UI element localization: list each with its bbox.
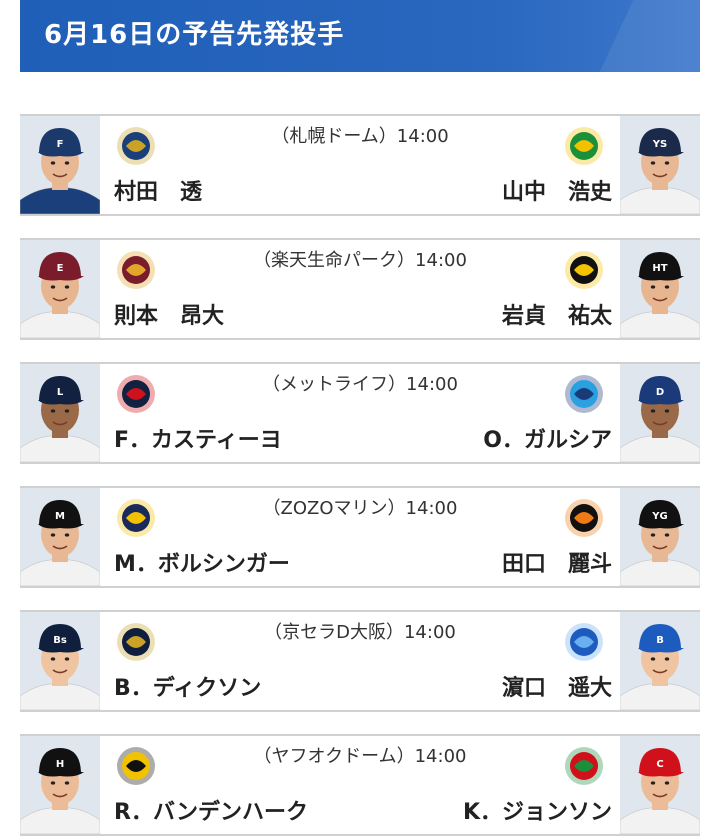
venue-time: （メットライフ）14:00 bbox=[262, 374, 458, 395]
page-title: 6月16日の予告先発投手 bbox=[44, 20, 345, 50]
baystars-logo bbox=[562, 620, 606, 664]
svg-text:D: D bbox=[656, 387, 664, 398]
giants-logo bbox=[562, 496, 606, 540]
away-pitcher-name[interactable]: 濵口 遥大 bbox=[502, 670, 612, 702]
svg-text:F: F bbox=[57, 139, 64, 150]
away-pitcher-name[interactable]: 山中 浩史 bbox=[502, 174, 612, 206]
carp-logo bbox=[562, 744, 606, 788]
home-pitcher-photo: L bbox=[20, 364, 100, 462]
game-row[interactable]: L （メットライフ）14:00 F．カスティーヨ O．ガルシア D bbox=[20, 362, 700, 464]
home-pitcher-photo: F bbox=[20, 116, 100, 214]
svg-text:HT: HT bbox=[652, 263, 667, 274]
buffaloes-logo bbox=[114, 620, 158, 664]
away-pitcher-photo: B bbox=[620, 612, 700, 710]
game-row[interactable]: E （楽天生命パーク）14:00 則本 昂大 岩貞 祐太 HT bbox=[20, 238, 700, 340]
away-pitcher-photo: YG bbox=[620, 488, 700, 586]
fighters-logo bbox=[114, 124, 158, 168]
away-pitcher-name[interactable]: 岩貞 祐太 bbox=[502, 298, 612, 330]
venue-time: （楽天生命パーク）14:00 bbox=[253, 250, 467, 271]
away-pitcher-photo: D bbox=[620, 364, 700, 462]
svg-text:E: E bbox=[57, 263, 64, 274]
venue-time: （ヤフオクドーム）14:00 bbox=[253, 746, 467, 767]
home-pitcher-photo: H bbox=[20, 736, 100, 834]
svg-text:Bs: Bs bbox=[53, 635, 67, 646]
game-row[interactable]: H （ヤフオクドーム）14:00 R．バンデンハーク K．ジョンソン C bbox=[20, 734, 700, 836]
svg-text:M: M bbox=[55, 511, 65, 522]
home-pitcher-photo: M bbox=[20, 488, 100, 586]
venue-time: （京セラD大阪）14:00 bbox=[264, 622, 456, 643]
game-row[interactable]: M （ZOZOマリン）14:00 M．ボルシンガー 田口 麗斗 YG bbox=[20, 486, 700, 588]
svg-text:C: C bbox=[656, 759, 663, 770]
away-pitcher-photo: C bbox=[620, 736, 700, 834]
svg-text:L: L bbox=[57, 387, 64, 398]
home-pitcher-name[interactable]: M．ボルシンガー bbox=[114, 546, 290, 578]
svg-text:YG: YG bbox=[651, 511, 667, 522]
home-pitcher-name[interactable]: R．バンデンハーク bbox=[114, 794, 308, 826]
away-pitcher-name[interactable]: K．ジョンソン bbox=[463, 794, 612, 826]
dragons-logo bbox=[562, 372, 606, 416]
home-pitcher-name[interactable]: 則本 昂大 bbox=[114, 298, 224, 330]
home-pitcher-name[interactable]: F．カスティーヨ bbox=[114, 422, 282, 454]
game-row[interactable]: F （札幌ドーム）14:00 村田 透 山中 浩史 YS bbox=[20, 114, 700, 216]
away-pitcher-photo: HT bbox=[620, 240, 700, 338]
swallows-logo bbox=[562, 124, 606, 168]
page-header: 6月16日の予告先発投手 bbox=[20, 0, 700, 72]
lions-logo bbox=[114, 372, 158, 416]
venue-time: （ZOZOマリン）14:00 bbox=[262, 498, 458, 519]
venue-time: （札幌ドーム）14:00 bbox=[271, 126, 449, 147]
away-pitcher-name[interactable]: O．ガルシア bbox=[483, 422, 612, 454]
game-row[interactable]: Bs （京セラD大阪）14:00 B．ディクソン 濵口 遥大 B bbox=[20, 610, 700, 712]
svg-text:B: B bbox=[656, 635, 664, 646]
tigers-logo bbox=[562, 248, 606, 292]
svg-text:H: H bbox=[56, 759, 64, 770]
marines-logo bbox=[114, 496, 158, 540]
home-pitcher-name[interactable]: 村田 透 bbox=[114, 174, 202, 206]
svg-text:YS: YS bbox=[652, 139, 667, 150]
home-pitcher-photo: E bbox=[20, 240, 100, 338]
hawks-logo bbox=[114, 744, 158, 788]
home-pitcher-name[interactable]: B．ディクソン bbox=[114, 670, 261, 702]
away-pitcher-photo: YS bbox=[620, 116, 700, 214]
home-pitcher-photo: Bs bbox=[20, 612, 100, 710]
away-pitcher-name[interactable]: 田口 麗斗 bbox=[502, 546, 612, 578]
eagles-logo bbox=[114, 248, 158, 292]
